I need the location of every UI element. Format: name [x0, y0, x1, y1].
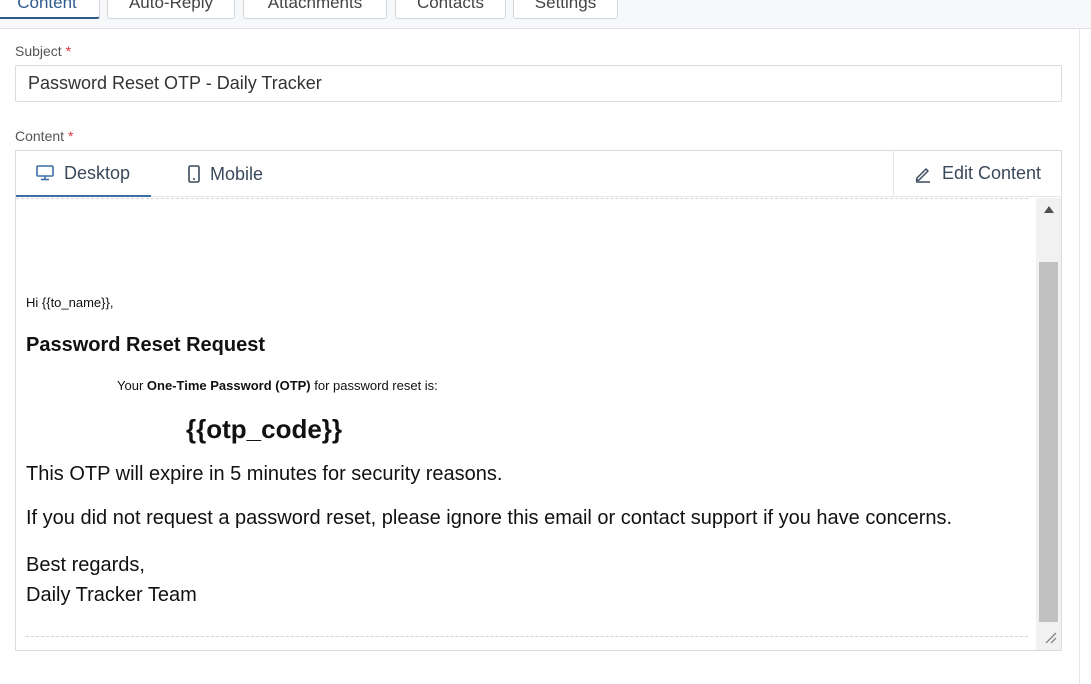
edit-content-label: Edit Content	[941, 163, 1042, 183]
subject-input[interactable]	[15, 65, 1062, 102]
pencil-icon	[915, 167, 930, 183]
mobile-icon	[188, 165, 200, 183]
tab-content[interactable]: Content	[0, 0, 100, 19]
content-label: Content *	[15, 128, 74, 144]
edit-content-button[interactable]: Edit Content	[893, 151, 1061, 196]
scroll-thumb[interactable]	[1039, 262, 1058, 622]
tab-mobile[interactable]: Mobile	[188, 151, 263, 197]
email-greeting: Hi {{to_name}},	[26, 295, 114, 310]
tab-bar: Content Auto-Reply Attachments Contacts …	[0, 0, 1091, 29]
tab-settings[interactable]: Settings	[513, 0, 618, 19]
scroll-up-button[interactable]	[1036, 198, 1061, 220]
tab-desktop[interactable]: Desktop	[16, 151, 151, 197]
resize-handle-icon[interactable]	[1043, 630, 1057, 644]
required-marker: *	[65, 43, 72, 59]
tab-auto-reply[interactable]: Auto-Reply	[107, 0, 235, 19]
email-expiry-text: This OTP will expire in 5 minutes for se…	[26, 463, 503, 485]
triangle-up-icon	[1043, 205, 1054, 213]
editor-toolbar: Desktop Mobile Edit Content	[16, 151, 1061, 197]
preview-scrollbar[interactable]	[1036, 198, 1061, 650]
tab-mobile-label: Mobile	[210, 163, 264, 184]
email-signature: Best regards, Daily Tracker Team	[26, 554, 197, 606]
divider	[16, 198, 1028, 199]
email-otp-code: {{otp_code}}	[186, 414, 343, 444]
subject-label: Subject *	[15, 43, 72, 59]
email-heading: Password Reset Request	[26, 334, 265, 356]
email-ignore-text: If you did not request a password reset,…	[26, 507, 953, 529]
content-editor: Desktop Mobile Edit Content Hi {{to_name…	[15, 150, 1062, 651]
email-preview: Hi {{to_name}}, Password Reset Request Y…	[16, 198, 1036, 650]
divider	[26, 636, 1028, 637]
email-otp-line: Your One-Time Password (OTP) for passwor…	[117, 378, 438, 393]
tab-desktop-label: Desktop	[64, 162, 131, 183]
required-marker: *	[68, 128, 74, 144]
desktop-icon	[36, 165, 54, 181]
tab-contacts[interactable]: Contacts	[395, 0, 506, 19]
tab-attachments[interactable]: Attachments	[243, 0, 387, 19]
